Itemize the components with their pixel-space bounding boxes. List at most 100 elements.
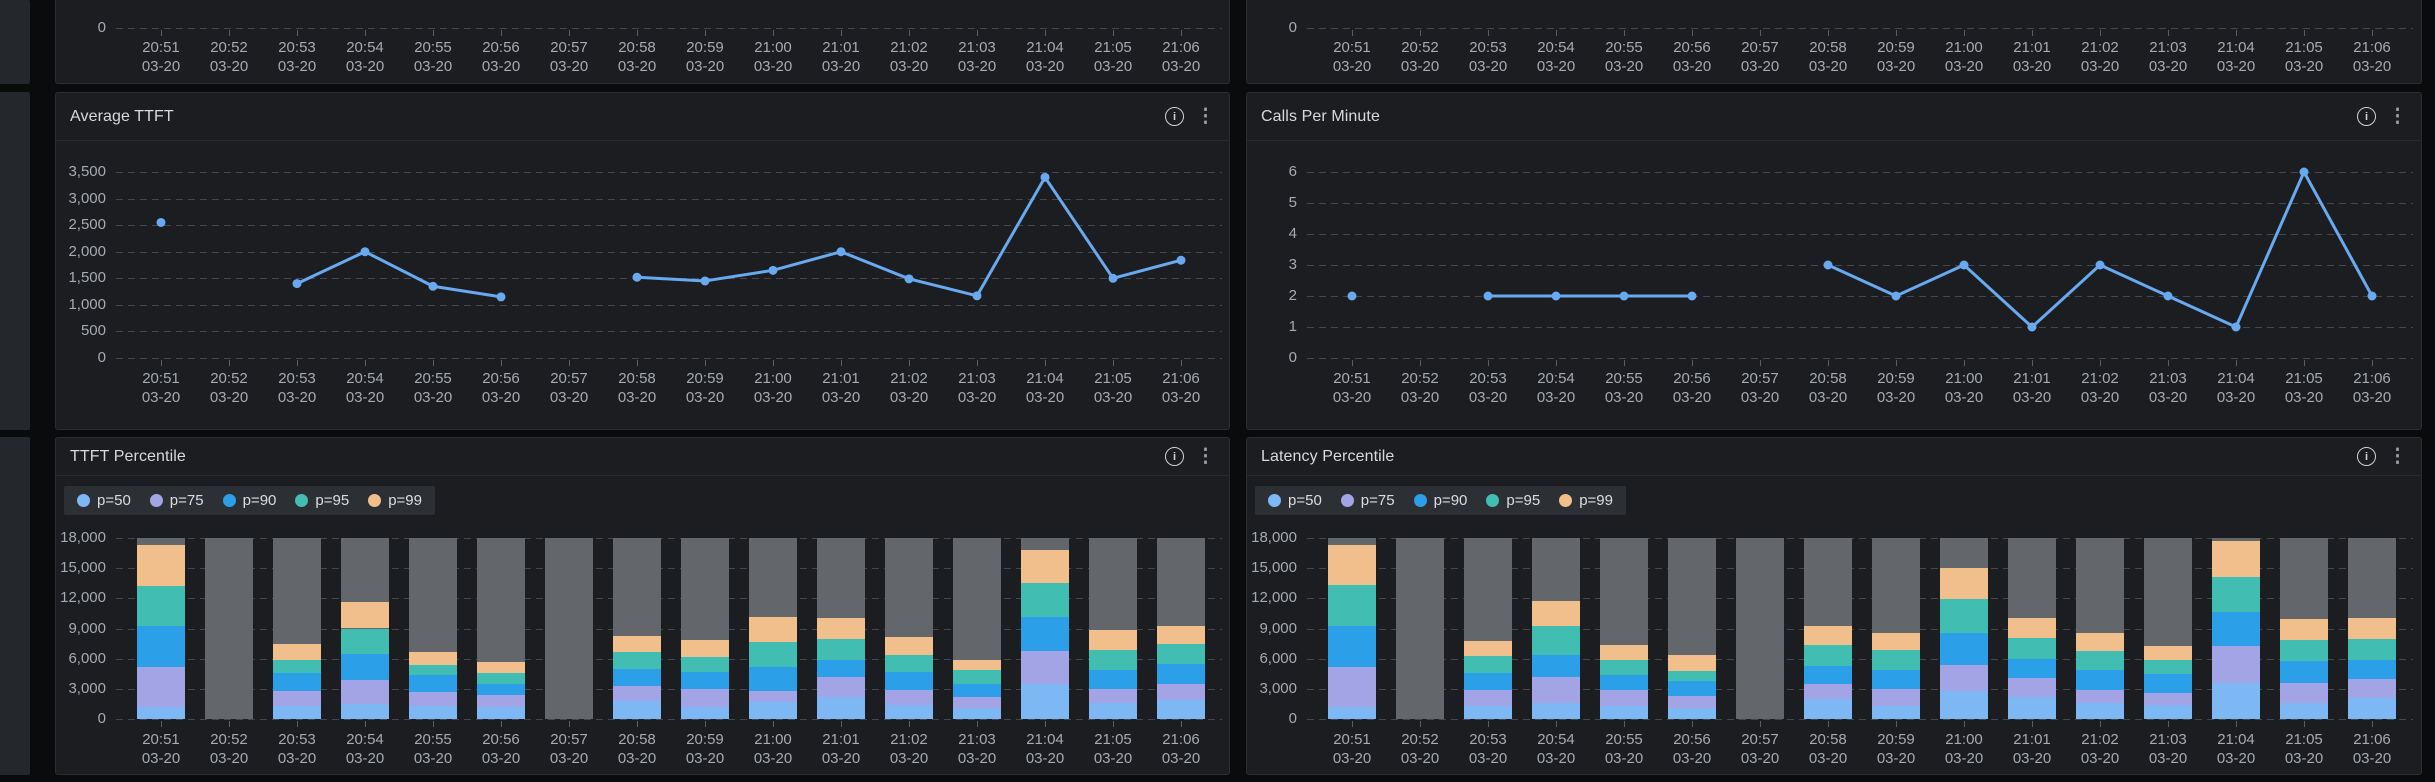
x-axis-label: 21:06 03-20: [1161, 370, 1201, 406]
bar-segment-p95: [273, 659, 321, 674]
axis-tick: [773, 30, 774, 36]
axis-tick: [637, 721, 638, 727]
adjacent-panel-edge: [0, 92, 30, 430]
axis-tick: [1352, 360, 1353, 366]
axis-tick: [637, 30, 638, 36]
bar-segment-p90: [953, 683, 1001, 698]
bar-segment-p90: [1872, 669, 1920, 690]
bar-segment-p50: [2348, 698, 2396, 719]
line-path: [296, 250, 502, 299]
kebab-menu-icon[interactable]: ⋮: [2388, 447, 2407, 466]
legend-item-p95[interactable]: p=95: [1486, 492, 1540, 509]
bar-segment-p90: [2280, 661, 2328, 684]
legend-label: p=90: [242, 492, 277, 509]
bar-segment-p50: [2212, 683, 2260, 719]
y-axis-label: 1: [1288, 318, 1297, 335]
bar-segment-p90: [613, 668, 661, 686]
bar-segment-p99: [1668, 654, 1716, 672]
bar-segment-p75: [1328, 667, 1376, 708]
bar-segment-p90: [273, 673, 321, 691]
x-axis-label: 20:58 03-20: [1808, 370, 1848, 406]
kebab-menu-icon[interactable]: ⋮: [1196, 447, 1215, 466]
info-icon[interactable]: i: [2357, 447, 2376, 466]
legend-item-p95[interactable]: p=95: [295, 492, 349, 509]
bar-segment-p95: [613, 651, 661, 669]
legend-swatch: [1340, 494, 1354, 507]
x-axis-label: 20:59 03-20: [1876, 39, 1916, 75]
panel-title: TTFT Percentile: [70, 447, 186, 465]
bar-segment-p90: [1021, 616, 1069, 652]
bar-segment-p90: [2212, 612, 2260, 646]
x-axis-label: 21:00 03-20: [1944, 39, 1984, 75]
x-axis-label: 21:06 03-20: [1161, 731, 1201, 767]
info-icon[interactable]: i: [1165, 447, 1184, 466]
x-axis-label: 21:00 03-20: [1944, 370, 1984, 406]
chart-average-ttft: 0 500 1,000 1,500 2,000 2,500 3,000 3,500 20:51 …: [56, 93, 1229, 429]
axis-tick: [1420, 360, 1421, 366]
panel-header: Latency Percentile i ⋮: [1247, 438, 2421, 476]
kebab-menu-icon[interactable]: ⋮: [1196, 107, 1215, 126]
data-point: [428, 281, 438, 291]
y-axis-label: 4: [1288, 225, 1297, 242]
axis-tick: [365, 30, 366, 36]
info-icon[interactable]: i: [1165, 107, 1184, 126]
legend-item-p50[interactable]: p=50: [1268, 492, 1322, 509]
gridline: [1307, 28, 2413, 29]
x-axis-label: 20:55 03-20: [413, 731, 453, 767]
bar-segment-p95: [477, 672, 525, 684]
bar-segment-p90: [2008, 658, 2056, 679]
kebab-menu-icon[interactable]: ⋮: [2388, 107, 2407, 126]
bar-segment-p50: [2144, 704, 2192, 719]
y-axis-label: 0: [1288, 19, 1297, 36]
bar-segment-p95: [1668, 671, 1716, 682]
x-axis-label: 20:51 03-20: [141, 370, 181, 406]
axis-tick: [1692, 30, 1693, 36]
bar-segment-p95: [1021, 583, 1069, 617]
bar-segment-p50: [1157, 699, 1205, 719]
axis-tick: [2032, 30, 2033, 36]
bar-segment-p90: [1668, 681, 1716, 696]
legend-swatch: [368, 494, 382, 507]
axis-tick: [229, 30, 230, 36]
info-icon[interactable]: i: [2357, 107, 2376, 126]
axis-tick: [433, 360, 434, 366]
bar-segment-p99: [953, 659, 1001, 671]
axis-tick: [977, 360, 978, 366]
legend-item-p50[interactable]: p=50: [77, 492, 131, 509]
data-point: [1176, 255, 1186, 265]
x-axis-label: 20:59 03-20: [1876, 731, 1916, 767]
legend-item-p75[interactable]: p=75: [1340, 492, 1395, 509]
bar-segment-p90: [885, 672, 933, 691]
bar-segment-p50: [953, 707, 1001, 719]
bar-segment-p75: [817, 677, 865, 698]
x-axis-label: 20:54 03-20: [345, 39, 385, 75]
legend-item-p99[interactable]: p=99: [1559, 492, 1613, 509]
adjacent-panel-edge: [0, 437, 30, 775]
bar-segment-p99: [817, 618, 865, 639]
x-axis-label: 20:57 03-20: [1740, 731, 1780, 767]
axis-tick: [1828, 721, 1829, 727]
legend-item-p99[interactable]: p=99: [368, 492, 422, 509]
legend-item-p90[interactable]: p=90: [222, 492, 277, 509]
x-axis-label: 20:51 03-20: [141, 731, 181, 767]
axis-tick: [705, 721, 706, 727]
bar-segment-p90: [2348, 659, 2396, 680]
axis-tick: [2032, 360, 2033, 366]
y-axis-label: 3,000: [68, 679, 106, 697]
bar-segment-p95: [2144, 659, 2192, 674]
x-axis-label: 20:57 03-20: [549, 370, 589, 406]
legend-item-p90[interactable]: p=90: [1413, 492, 1467, 509]
legend-swatch: [1413, 494, 1427, 507]
axis-tick: [161, 360, 162, 366]
legend: p=50 p=75 p=90 p=95 p=99: [64, 486, 435, 515]
y-axis-label: 9,000: [1259, 619, 1297, 637]
x-axis-label: 20:59 03-20: [685, 370, 725, 406]
axis-tick: [977, 721, 978, 727]
bar-segment-p50: [817, 697, 865, 719]
legend-swatch: [1559, 494, 1573, 507]
axis-tick: [1352, 721, 1353, 727]
bar-segment-p50: [341, 704, 389, 719]
bar-segment-p95: [2076, 650, 2124, 670]
legend-item-p75[interactable]: p=75: [149, 492, 204, 509]
chart-latency-percentile: 0 3,000 6,000 9,000 12,000 15,000 18,000 20:51 …: [1247, 438, 2421, 774]
